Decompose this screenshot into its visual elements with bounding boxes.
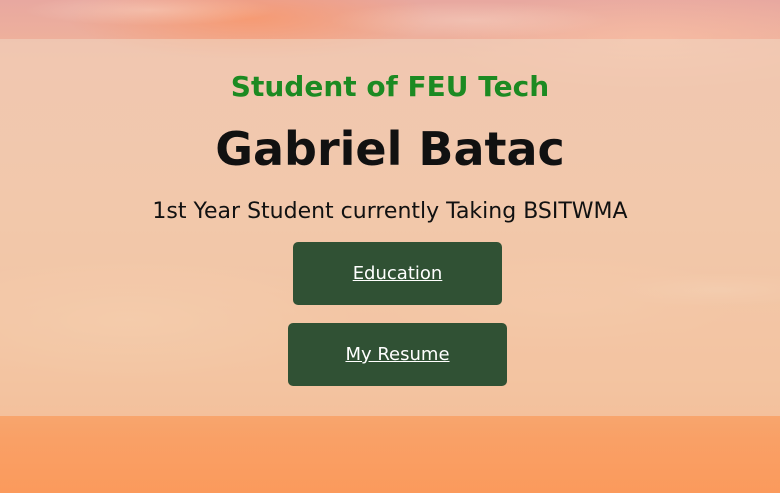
education-button[interactable]: Education <box>293 242 502 305</box>
my-resume-button[interactable]: My Resume <box>288 323 507 386</box>
hero-tagline: 1st Year Student currently Taking BSITWM… <box>152 199 628 224</box>
hero-subtitle: Student of FEU Tech <box>230 70 550 103</box>
hero-name: Gabriel Batac <box>215 122 565 176</box>
hero-banner: Student of FEU Tech Gabriel Batac 1st Ye… <box>0 39 780 416</box>
